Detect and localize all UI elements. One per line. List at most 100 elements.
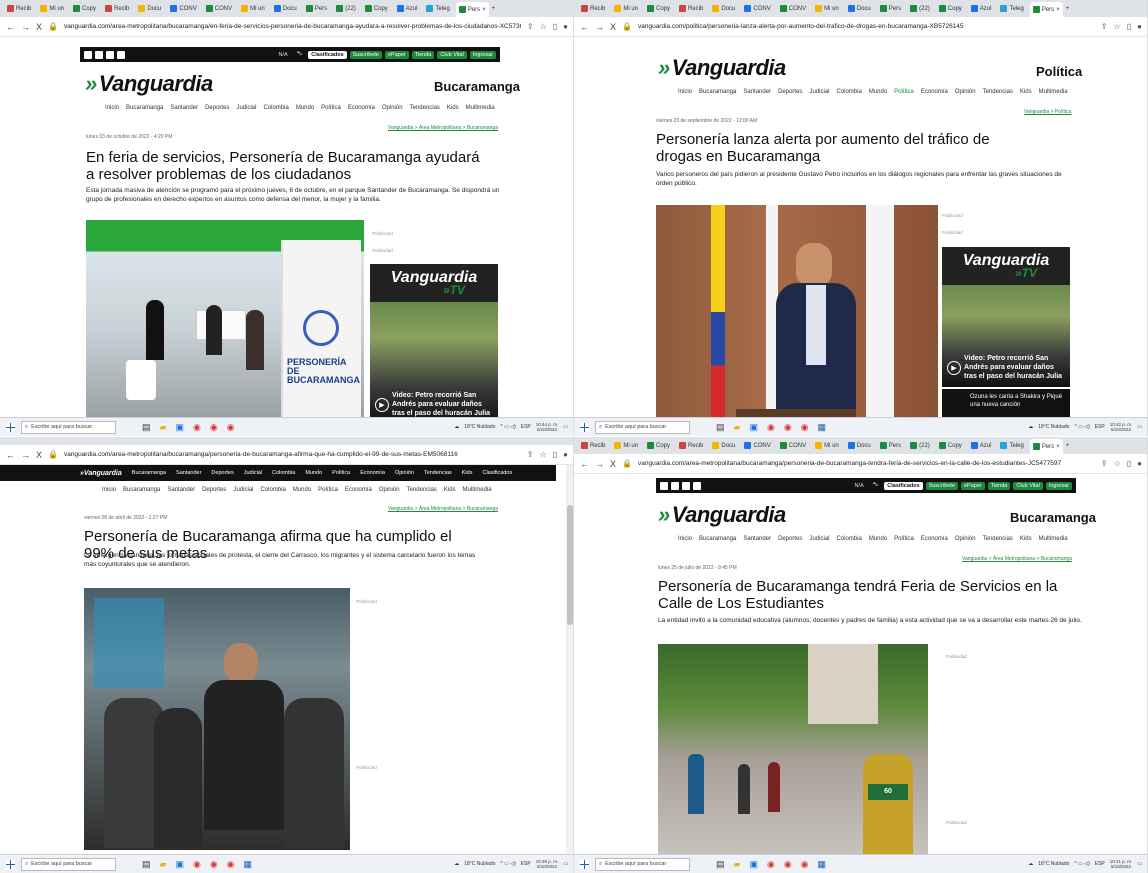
menu-item-politica[interactable]: Política xyxy=(894,89,914,95)
chrome-icon[interactable]: ◉ xyxy=(784,859,792,870)
language-indicator[interactable]: ESP xyxy=(1095,861,1105,867)
word-icon[interactable]: ▦ xyxy=(818,859,827,870)
windows-start-icon[interactable] xyxy=(580,422,589,432)
menu-item-mundo[interactable]: Mundo xyxy=(296,105,314,111)
chrome-icon[interactable]: ◉ xyxy=(767,859,775,870)
chrome-icon[interactable]: ◉ xyxy=(210,422,218,433)
stop-icon[interactable]: X xyxy=(36,450,42,460)
menu-item-tendencias[interactable]: Tendencias xyxy=(407,487,437,493)
chrome-icon[interactable]: ◉ xyxy=(801,422,809,433)
nav-judicial[interactable]: Judicial xyxy=(244,470,262,476)
menu-item-santander[interactable]: Santander xyxy=(167,487,195,493)
menu-item-colombia[interactable]: Colombia xyxy=(836,536,861,542)
nav-opinion[interactable]: Opinión xyxy=(395,470,414,476)
car-search-icon[interactable]: ⛍ xyxy=(870,481,882,490)
sidepanel-icon[interactable]: ▯ xyxy=(553,450,557,459)
close-tab-icon[interactable]: × xyxy=(1056,7,1060,13)
browser-tab[interactable]: Copy xyxy=(936,5,965,12)
active-browser-tab[interactable]: Pers × xyxy=(1029,439,1063,454)
menu-item-opinion[interactable]: Opinión xyxy=(382,105,403,111)
menu-item-bucaramanga[interactable]: Bucaramanga xyxy=(126,105,163,111)
browser-tab[interactable]: Recib xyxy=(578,442,608,449)
browser-tab[interactable]: Teleg xyxy=(997,5,1026,12)
profile-icon[interactable]: ● xyxy=(563,22,568,31)
menu-item-tendencias[interactable]: Tendencias xyxy=(410,105,440,111)
forward-icon[interactable]: → xyxy=(21,22,30,32)
article-photo[interactable]: 60 xyxy=(658,644,928,854)
browser-tab[interactable]: Mi un xyxy=(812,442,842,449)
store-icon[interactable]: ▣ xyxy=(175,422,184,433)
suscribete-button[interactable]: Suscríbete xyxy=(925,481,958,490)
menu-item-deportes[interactable]: Deportes xyxy=(205,105,229,111)
tray-icons[interactable]: ^ ▭ ◁) xyxy=(1074,861,1089,867)
clasificados-button[interactable]: Clasificados xyxy=(884,481,923,490)
new-tab-icon[interactable]: + xyxy=(1066,443,1070,449)
url-field[interactable]: vanguardia.com/area-metropolitana/bucara… xyxy=(64,451,521,458)
breadcrumb[interactable]: Vanguardia > Área Metropolitana > Bucara… xyxy=(962,556,1072,562)
profile-icon[interactable]: ● xyxy=(563,450,568,459)
tv-video-thumbnail[interactable]: ▶ Video: Petro recorrió San Andrés para … xyxy=(942,285,1070,387)
browser-tab[interactable]: CONV xyxy=(167,5,199,12)
browser-tab[interactable]: Teleg xyxy=(997,442,1026,449)
scrollbar-thumb[interactable] xyxy=(567,505,573,625)
share-icon[interactable]: ⇪ xyxy=(527,22,534,31)
browser-tab[interactable]: CONV xyxy=(777,442,809,449)
store-icon[interactable]: ▣ xyxy=(749,422,758,433)
car-search-icon[interactable]: ⛍ xyxy=(294,50,306,59)
windows-start-icon[interactable] xyxy=(580,859,589,869)
menu-item-inicio[interactable]: Inicio xyxy=(105,105,119,111)
youtube-icon[interactable] xyxy=(693,481,701,490)
menu-item-bucaramanga[interactable]: Bucaramanga xyxy=(699,89,736,95)
nav-politica[interactable]: Política xyxy=(332,470,350,476)
language-indicator[interactable]: ESP xyxy=(521,424,531,430)
menu-item-economia[interactable]: Economía xyxy=(921,536,948,542)
browser-tab[interactable]: Docu xyxy=(271,5,300,12)
browser-tab[interactable]: Copy xyxy=(70,5,99,12)
close-tab-icon[interactable]: × xyxy=(1056,444,1060,450)
url-field[interactable]: vanguardia.com/area-metropolitana/bucara… xyxy=(64,23,521,30)
stop-icon[interactable]: X xyxy=(36,22,42,32)
new-tab-icon[interactable]: + xyxy=(1066,6,1070,12)
menu-item-politica[interactable]: Política xyxy=(894,536,914,542)
menu-item-inicio[interactable]: Inicio xyxy=(678,89,692,95)
bookmark-star-icon[interactable]: ☆ xyxy=(1114,459,1121,468)
menu-item-multimedia[interactable]: Multimedia xyxy=(466,105,495,111)
sidepanel-icon[interactable]: ▯ xyxy=(1127,22,1131,31)
ingresar-button[interactable]: Ingresar xyxy=(1045,481,1072,490)
nav-santander[interactable]: Santander xyxy=(176,470,201,476)
weather-icon[interactable]: ☁ xyxy=(1028,424,1033,430)
menu-item-mundo[interactable]: Mundo xyxy=(293,487,311,493)
weather-text[interactable]: 18°C Nublado xyxy=(1038,861,1069,867)
vanguardia-logo[interactable]: »Vanguardia xyxy=(658,55,786,81)
file-explorer-icon[interactable]: ▰ xyxy=(160,859,167,870)
browser-tab[interactable]: Copy xyxy=(362,5,391,12)
taskbar-search[interactable]: ⌕ Escribe aquí para buscar xyxy=(21,420,116,434)
browser-tab[interactable]: Recib xyxy=(4,5,34,12)
chrome-icon[interactable]: ◉ xyxy=(767,422,775,433)
notification-icon[interactable]: ▭ xyxy=(563,861,568,867)
epaper-button[interactable]: ePaper xyxy=(960,481,985,490)
club-vital-button[interactable]: Club Vital xyxy=(437,50,467,59)
tray-icons[interactable]: ^ ▭ ◁) xyxy=(500,424,515,430)
menu-item-deportes[interactable]: Deportes xyxy=(778,89,802,95)
breadcrumb[interactable]: Vanguardia > Área Metropolitana > Bucara… xyxy=(388,506,498,512)
browser-tab[interactable]: Recib xyxy=(676,442,706,449)
menu-item-colombia[interactable]: Colombia xyxy=(263,105,288,111)
nav-kids[interactable]: Kids xyxy=(462,470,473,476)
browser-tab[interactable]: Mi un xyxy=(238,5,268,12)
youtube-icon[interactable] xyxy=(117,50,125,59)
menu-item-judicial[interactable]: Judicial xyxy=(809,89,829,95)
facebook-icon[interactable] xyxy=(660,481,668,490)
browser-tab[interactable]: Pers xyxy=(877,442,904,449)
taskbar-search[interactable]: ⌕ Escribe aquí para buscar xyxy=(21,857,116,871)
back-icon[interactable]: ← xyxy=(6,450,15,460)
weather-icon[interactable]: ☁ xyxy=(454,861,459,867)
browser-tab[interactable]: Docu xyxy=(845,5,874,12)
back-icon[interactable]: ← xyxy=(580,459,589,469)
browser-tab[interactable]: Azul xyxy=(394,5,421,12)
browser-tab[interactable]: Recib xyxy=(676,5,706,12)
menu-item-colombia[interactable]: Colombia xyxy=(260,487,285,493)
menu-item-opinion[interactable]: Opinión xyxy=(955,89,976,95)
back-icon[interactable]: ← xyxy=(580,22,589,32)
twitter-icon[interactable] xyxy=(95,50,103,59)
